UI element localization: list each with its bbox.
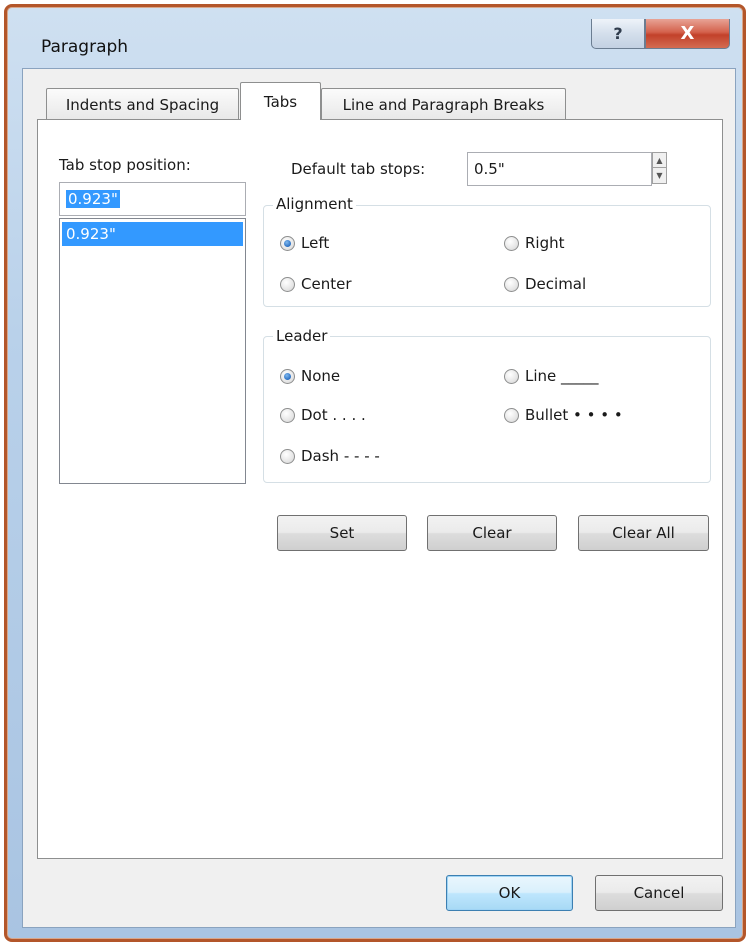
default-tab-stops-spinner[interactable]: ▲ ▼ xyxy=(652,152,667,184)
radio-label: Right xyxy=(525,234,565,252)
radio-label: Dot . . . . xyxy=(301,406,366,424)
leader-group-title: Leader xyxy=(273,327,331,345)
tab-stop-position-value: 0.923" xyxy=(66,190,120,208)
alignment-center-option[interactable]: Center xyxy=(280,275,352,293)
leader-none-option[interactable]: None xyxy=(280,367,340,385)
leader-line-option[interactable]: Line _____ xyxy=(504,367,599,385)
spin-down-icon[interactable]: ▼ xyxy=(653,168,666,183)
radio-checked-icon[interactable] xyxy=(280,368,295,384)
radio-label: Dash - - - - xyxy=(301,447,380,465)
default-tab-stops-value: 0.5" xyxy=(474,160,505,178)
leader-bullet-option[interactable]: Bullet • • • • xyxy=(504,406,623,424)
radio-icon[interactable] xyxy=(280,448,295,464)
clear-button[interactable]: Clear xyxy=(427,515,557,551)
radio-icon[interactable] xyxy=(504,276,519,292)
leader-dot-option[interactable]: Dot . . . . xyxy=(280,406,366,424)
tab-stop-position-input[interactable]: 0.923" xyxy=(59,182,246,216)
alignment-left-option[interactable]: Left xyxy=(280,234,329,252)
radio-label: None xyxy=(301,367,341,385)
ok-button[interactable]: OK xyxy=(446,875,573,911)
radio-label: Left xyxy=(301,234,330,252)
alignment-decimal-option[interactable]: Decimal xyxy=(504,275,586,293)
list-item[interactable]: 0.923" xyxy=(62,222,243,246)
radio-label: Line _____ xyxy=(525,367,599,385)
alignment-right-option[interactable]: Right xyxy=(504,234,565,252)
tab-stop-position-label: Tab stop position: xyxy=(59,156,191,174)
clear-all-button[interactable]: Clear All xyxy=(578,515,709,551)
default-tab-stops-input[interactable]: 0.5" xyxy=(467,152,652,186)
leader-dash-option[interactable]: Dash - - - - xyxy=(280,447,380,465)
radio-icon[interactable] xyxy=(504,407,519,423)
radio-icon[interactable] xyxy=(280,276,295,292)
panel-content: Tab stop position: 0.923" 0.923" Default… xyxy=(0,0,748,947)
radio-checked-icon[interactable] xyxy=(280,235,295,251)
set-button[interactable]: Set xyxy=(277,515,407,551)
alignment-group-title: Alignment xyxy=(273,195,356,213)
radio-icon[interactable] xyxy=(504,235,519,251)
tab-stop-list[interactable]: 0.923" xyxy=(59,218,246,484)
default-tab-stops-label: Default tab stops: xyxy=(291,160,426,178)
radio-label: Center xyxy=(301,275,352,293)
radio-icon[interactable] xyxy=(280,407,295,423)
spin-up-icon[interactable]: ▲ xyxy=(653,153,666,168)
radio-label: Bullet • • • • xyxy=(525,406,623,424)
radio-icon[interactable] xyxy=(504,368,519,384)
cancel-button[interactable]: Cancel xyxy=(595,875,723,911)
radio-label: Decimal xyxy=(525,275,587,293)
